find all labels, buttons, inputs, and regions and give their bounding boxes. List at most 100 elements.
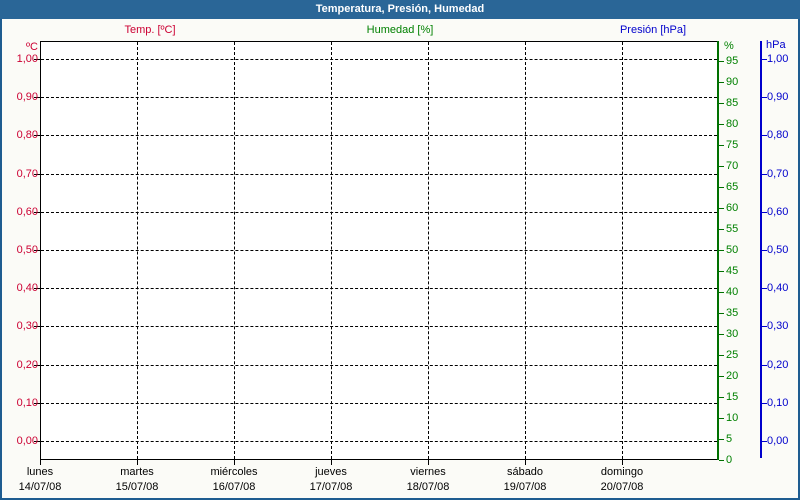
humidity-axis-tick: [719, 145, 724, 146]
humidity-axis-tick: [719, 439, 724, 440]
x-axis-tick: [525, 460, 526, 465]
pressure-tick-label: 1,00: [767, 53, 789, 65]
humidity-tick-label: 20: [726, 370, 739, 382]
x-axis-tick: [428, 460, 429, 465]
humidity-axis-tick: [719, 166, 724, 167]
pressure-tick-label: 0,70: [767, 168, 789, 180]
v-gridline: [331, 42, 332, 459]
h-gridline: [41, 212, 717, 213]
humidity-tick-label: 75: [726, 139, 739, 151]
humidity-tick-label: 70: [726, 160, 739, 172]
temperature-tick-label: 0,40: [16, 282, 38, 294]
humidity-axis-tick: [719, 208, 724, 209]
humidity-axis-unit: %: [724, 40, 734, 52]
h-gridline: [41, 365, 717, 366]
humidity-tick-label: 80: [726, 118, 739, 130]
x-axis-line: [40, 459, 719, 460]
temperature-tick-label: 0,30: [16, 320, 38, 332]
pressure-tick-label: 0,80: [767, 129, 789, 141]
pressure-tick-label: 0,00: [767, 435, 789, 447]
humidity-tick-label: 90: [726, 76, 739, 88]
v-gridline: [234, 42, 235, 459]
day-name-label: domingo: [600, 466, 644, 478]
day-name-label: jueves: [315, 466, 347, 478]
humidity-axis-tick: [719, 313, 724, 314]
v-gridline: [525, 42, 526, 459]
humidity-tick-label: 15: [726, 391, 739, 403]
day-date-label: 15/07/08: [115, 481, 159, 493]
window-title: Temperatura, Presión, Humedad: [0, 0, 800, 19]
temperature-tick-label: 0,80: [16, 129, 38, 141]
h-gridline: [41, 441, 717, 442]
h-gridline: [41, 174, 717, 175]
chart-window: Temperatura, Presión, Humedad Temp. [ºC]…: [0, 0, 800, 500]
humidity-tick-label: 45: [726, 265, 739, 277]
humidity-tick-label: 10: [726, 412, 739, 424]
humidity-axis-tick: [719, 355, 724, 356]
humidity-tick-label: 0: [726, 454, 733, 466]
pressure-tick-label: 0,60: [767, 206, 789, 218]
day-date-label: 18/07/08: [406, 481, 450, 493]
x-axis-tick: [331, 460, 332, 465]
humidity-axis-tick: [719, 124, 724, 125]
humidity-tick-label: 60: [726, 202, 739, 214]
pressure-tick-label: 0,90: [767, 91, 789, 103]
humidity-tick-label: 35: [726, 307, 739, 319]
humidity-tick-label: 5: [726, 433, 733, 445]
pressure-tick-label: 0,50: [767, 244, 789, 256]
humidity-axis-tick: [719, 229, 724, 230]
temperature-tick-label: 0,50: [16, 244, 38, 256]
day-date-label: 17/07/08: [309, 481, 353, 493]
humidity-axis-tick: [719, 376, 724, 377]
day-date-label: 16/07/08: [212, 481, 256, 493]
day-date-label: 20/07/08: [600, 481, 644, 493]
pressure-axis-unit: hPa: [766, 39, 786, 51]
day-name-label: viernes: [410, 466, 446, 478]
humidity-axis-tick: [719, 334, 724, 335]
day-date-label: 14/07/08: [18, 481, 62, 493]
v-gridline: [137, 42, 138, 459]
humidity-axis-tick: [719, 292, 724, 293]
day-name-label: sábado: [506, 466, 544, 478]
h-gridline: [41, 59, 717, 60]
humidity-axis-tick: [719, 271, 724, 272]
humidity-tick-label: 25: [726, 349, 739, 361]
legend-pressure: Presión [hPa]: [619, 24, 687, 36]
humidity-axis-tick: [719, 82, 724, 83]
x-axis-tick: [234, 460, 235, 465]
humidity-axis-tick: [719, 61, 724, 62]
x-axis-tick: [622, 460, 623, 465]
temperature-tick-label: 0,60: [16, 206, 38, 218]
humidity-axis-tick: [719, 187, 724, 188]
humidity-tick-label: 40: [726, 286, 739, 298]
pressure-tick-label: 0,40: [767, 282, 789, 294]
h-gridline: [41, 326, 717, 327]
legend-humidity: Humedad [%]: [366, 24, 434, 36]
humidity-tick-label: 50: [726, 244, 739, 256]
humidity-axis-tick: [719, 418, 724, 419]
day-name-label: lunes: [26, 466, 54, 478]
h-gridline: [41, 97, 717, 98]
day-name-label: miércoles: [210, 466, 258, 478]
v-gridline: [622, 42, 623, 459]
legend-temperature: Temp. [ºC]: [124, 24, 176, 36]
humidity-tick-label: 65: [726, 181, 739, 193]
temperature-tick-label: 0,90: [16, 91, 38, 103]
x-axis-tick: [40, 460, 41, 465]
plot-top-border: [40, 41, 719, 42]
humidity-tick-label: 55: [726, 223, 739, 235]
pressure-tick-label: 0,20: [767, 359, 789, 371]
day-name-label: martes: [120, 466, 154, 478]
humidity-axis-tick: [719, 397, 724, 398]
humidity-axis-tick: [719, 250, 724, 251]
day-date-label: 19/07/08: [503, 481, 547, 493]
h-gridline: [41, 250, 717, 251]
pressure-tick-label: 0,30: [767, 320, 789, 332]
pressure-tick-label: 0,10: [767, 397, 789, 409]
humidity-tick-label: 30: [726, 328, 739, 340]
humidity-tick-label: 85: [726, 97, 739, 109]
v-gridline: [428, 42, 429, 459]
humidity-axis-tick: [719, 103, 724, 104]
temperature-tick-label: 1,00: [16, 53, 38, 65]
temperature-tick-label: 0,70: [16, 168, 38, 180]
